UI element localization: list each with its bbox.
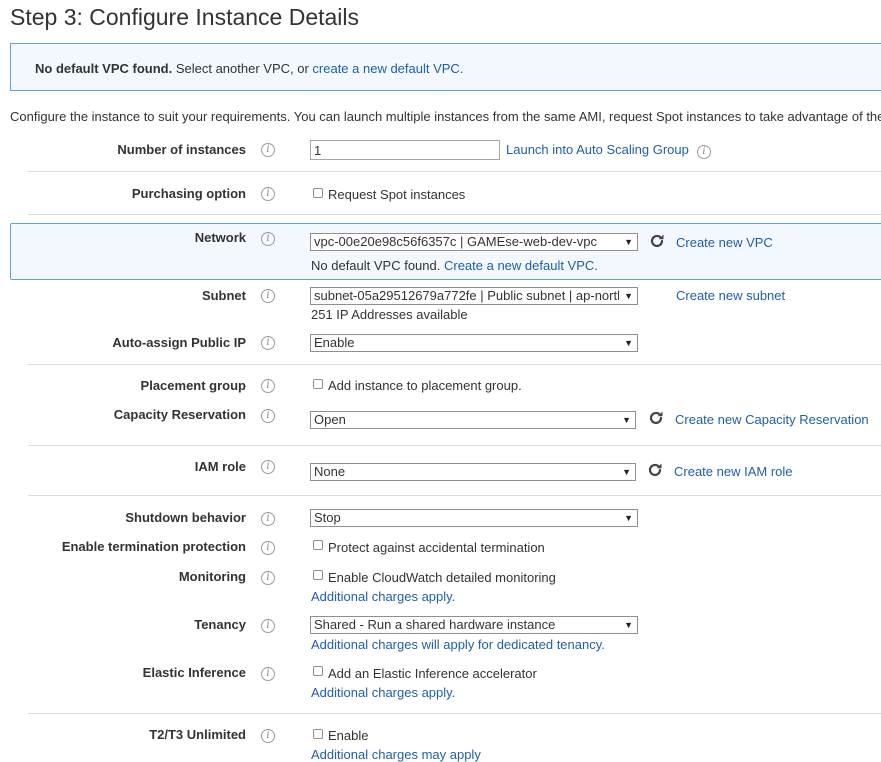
placement-group-label: Placement group bbox=[140, 378, 246, 393]
subnet-select[interactable]: subnet-05a29512679a772fe | Public subnet… bbox=[310, 287, 638, 305]
tenancy-charges-link[interactable]: Additional charges will apply for dedica… bbox=[311, 637, 605, 652]
refresh-icon[interactable] bbox=[648, 232, 666, 250]
number-of-instances-input[interactable] bbox=[310, 140, 500, 160]
tenancy-select[interactable]: Shared - Run a shared hardware instance … bbox=[310, 616, 638, 634]
create-iam-role-link[interactable]: Create new IAM role bbox=[674, 464, 793, 479]
subnet-select-value: subnet-05a29512679a772fe | Public subnet… bbox=[314, 288, 619, 303]
monitoring-charges-link[interactable]: Additional charges apply. bbox=[311, 589, 455, 604]
spot-instances-label: Request Spot instances bbox=[328, 187, 466, 202]
t2-t3-unlimited-checkbox-label: Enable bbox=[328, 728, 369, 743]
launch-auto-scaling-link[interactable]: Launch into Auto Scaling Group bbox=[506, 142, 689, 157]
shutdown-behavior-select[interactable]: Stop ▼ bbox=[310, 509, 638, 527]
elastic-inference-checkbox[interactable] bbox=[313, 666, 323, 676]
info-icon[interactable]: i bbox=[261, 541, 275, 555]
capacity-reservation-value: Open bbox=[314, 412, 346, 427]
iam-role-value: None bbox=[314, 464, 346, 479]
termination-protection-checkbox[interactable] bbox=[313, 540, 323, 550]
create-new-subnet-link[interactable]: Create new subnet bbox=[676, 288, 785, 303]
divider bbox=[28, 713, 881, 714]
placement-group-checkbox[interactable] bbox=[313, 379, 323, 389]
placement-group-checkbox-label: Add instance to placement group. bbox=[328, 378, 522, 393]
divider bbox=[28, 171, 881, 172]
divider bbox=[28, 445, 881, 446]
divider bbox=[28, 495, 881, 496]
info-icon[interactable]: i bbox=[261, 187, 275, 201]
purchasing-option-label: Purchasing option bbox=[131, 186, 246, 201]
iam-role-label: IAM role bbox=[194, 459, 246, 474]
iam-role-select[interactable]: None ▼ bbox=[310, 463, 636, 481]
dropdown-arrow-icon: ▼ bbox=[624, 513, 633, 523]
monitoring-checkbox[interactable] bbox=[313, 570, 323, 580]
divider bbox=[28, 214, 881, 215]
dropdown-arrow-icon: ▼ bbox=[622, 467, 631, 477]
info-icon[interactable]: i bbox=[261, 460, 275, 474]
info-icon[interactable]: i bbox=[261, 336, 275, 350]
intro-text: Configure the instance to suit your requ… bbox=[10, 109, 881, 124]
shutdown-behavior-value: Stop bbox=[314, 510, 341, 525]
capacity-reservation-label: Capacity Reservation bbox=[113, 407, 246, 422]
info-icon[interactable]: i bbox=[261, 512, 275, 526]
dropdown-arrow-icon: ▼ bbox=[622, 415, 631, 425]
create-new-vpc-link[interactable]: Create new VPC bbox=[676, 235, 773, 250]
t2-t3-unlimited-checkbox[interactable] bbox=[313, 729, 323, 739]
network-select-value: vpc-00e20e98c56f6357c | GAMEse-web-dev-v… bbox=[314, 234, 598, 249]
dropdown-arrow-icon: ▼ bbox=[624, 291, 633, 301]
divider bbox=[28, 364, 881, 365]
page-title: Step 3: Configure Instance Details bbox=[10, 4, 360, 30]
subnet-label: Subnet bbox=[201, 288, 246, 303]
shutdown-behavior-label: Shutdown behavior bbox=[125, 510, 246, 525]
tenancy-value: Shared - Run a shared hardware instance bbox=[314, 617, 556, 632]
info-icon[interactable]: i bbox=[261, 619, 275, 633]
auto-assign-ip-select[interactable]: Enable ▼ bbox=[310, 334, 638, 352]
dropdown-arrow-icon: ▼ bbox=[624, 620, 633, 630]
network-note: No default VPC found. Create a new defau… bbox=[311, 258, 598, 273]
t2-t3-unlimited-label: T2/T3 Unlimited bbox=[149, 727, 246, 742]
refresh-icon[interactable] bbox=[647, 409, 665, 427]
number-of-instances-label: Number of instances bbox=[117, 142, 246, 157]
elastic-inference-label: Elastic Inference bbox=[142, 665, 246, 680]
alert-message: No default VPC found. Select another VPC… bbox=[35, 61, 463, 76]
dropdown-arrow-icon: ▼ bbox=[624, 237, 633, 247]
termination-protection-label: Enable termination protection bbox=[61, 539, 246, 554]
info-icon[interactable]: i bbox=[261, 232, 275, 246]
t2-t3-charges-link[interactable]: Additional charges may apply bbox=[311, 747, 481, 762]
alert-bold-text: No default VPC found. bbox=[35, 61, 173, 76]
refresh-icon[interactable] bbox=[646, 461, 664, 479]
auto-assign-ip-value: Enable bbox=[314, 335, 355, 350]
create-capacity-reservation-link[interactable]: Create new Capacity Reservation bbox=[675, 412, 869, 427]
create-default-vpc-link[interactable]: create a new default VPC. bbox=[312, 61, 463, 76]
tenancy-label: Tenancy bbox=[194, 617, 246, 632]
info-icon[interactable]: i bbox=[261, 667, 275, 681]
info-icon[interactable]: i bbox=[261, 571, 275, 585]
monitoring-checkbox-label: Enable CloudWatch detailed monitoring bbox=[328, 570, 556, 585]
termination-protection-checkbox-label: Protect against accidental termination bbox=[328, 540, 545, 555]
info-icon[interactable]: i bbox=[697, 145, 711, 159]
network-label: Network bbox=[194, 230, 246, 245]
info-icon[interactable]: i bbox=[261, 289, 275, 303]
info-icon[interactable]: i bbox=[261, 729, 275, 743]
info-icon[interactable]: i bbox=[261, 409, 275, 423]
capacity-reservation-select[interactable]: Open ▼ bbox=[310, 411, 636, 429]
create-default-vpc-link[interactable]: Create a new default VPC. bbox=[444, 258, 598, 273]
elastic-inference-checkbox-label: Add an Elastic Inference accelerator bbox=[328, 666, 537, 681]
subnet-available-ips: 251 IP Addresses available bbox=[311, 307, 468, 322]
monitoring-label: Monitoring bbox=[178, 569, 246, 584]
dropdown-arrow-icon: ▼ bbox=[624, 338, 633, 348]
alert-text: Select another VPC, or bbox=[172, 61, 313, 76]
elastic-inference-charges-link[interactable]: Additional charges apply. bbox=[311, 685, 455, 700]
spot-instances-checkbox[interactable] bbox=[313, 188, 323, 198]
network-select[interactable]: vpc-00e20e98c56f6357c | GAMEse-web-dev-v… bbox=[310, 233, 638, 251]
info-icon[interactable]: i bbox=[261, 379, 275, 393]
info-icon[interactable]: i bbox=[261, 143, 275, 157]
network-note-text: No default VPC found. bbox=[311, 258, 441, 273]
no-default-vpc-alert: No default VPC found. Select another VPC… bbox=[10, 43, 881, 91]
auto-assign-ip-label: Auto-assign Public IP bbox=[112, 335, 246, 350]
